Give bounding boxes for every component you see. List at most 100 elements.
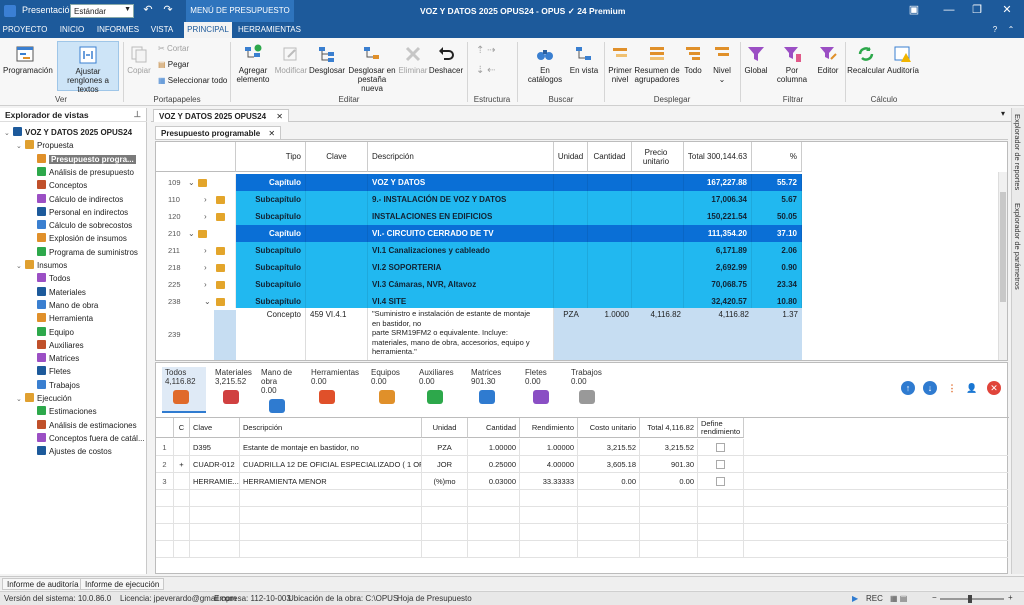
expand-icon[interactable]: › — [204, 276, 207, 293]
more-options-icon[interactable]: ⋮ — [945, 381, 959, 395]
grid-row[interactable]: 211 › Subcapítulo VI.1 Canalizaciones y cab… — [156, 242, 1001, 259]
tree-item[interactable]: Análisis de presupuesto — [28, 166, 134, 179]
maximize-button[interactable]: ❐ — [968, 3, 986, 18]
move-down-icon[interactable]: ↓ — [923, 381, 937, 395]
undo-icon[interactable]: ↶ — [141, 3, 155, 18]
tree-item[interactable]: Conceptos — [28, 179, 87, 192]
grid-row[interactable]: 225 › Subcapítulo VI.3 Cámaras, NVR, Altavo… — [156, 276, 1001, 293]
tab-principal[interactable]: PRINCIPAL — [184, 22, 232, 38]
ins-row[interactable]: 2 + CUADR-012 CUADRILLA 12 DE OFICIAL ESPEC… — [156, 456, 1008, 473]
help-icon[interactable]: ? — [988, 22, 1002, 38]
cortar-button[interactable]: ✂ Cortar — [158, 44, 189, 54]
ins-tab-3[interactable]: Herramientas 0.00 — [308, 367, 364, 413]
ins-tab-4[interactable]: Equipos 0.00 — [368, 367, 412, 413]
tree-item[interactable]: Materiales — [28, 286, 86, 299]
ins-header-costo[interactable]: Costo unitario — [578, 418, 640, 438]
zoom-slider[interactable] — [940, 595, 1004, 603]
move-down-right-icon[interactable]: ⇣ ⇠ — [476, 66, 496, 76]
tab-informe-auditoria[interactable]: Informe de auditoría — [2, 578, 84, 590]
ins-header-rendimiento[interactable]: Rendimiento — [520, 418, 578, 438]
tree-item[interactable]: Cálculo de sobrecostos — [28, 219, 132, 232]
nivel-button[interactable]: Nivel ⌄ — [708, 44, 736, 84]
grid-header-unidad[interactable]: Unidad — [554, 142, 588, 172]
minimize-button[interactable]: — — [940, 3, 958, 18]
tree-item[interactable]: Explosión de insumos — [28, 232, 127, 245]
tree-item[interactable]: Auxiliares — [28, 339, 84, 352]
grid-row[interactable]: 210 ⌄ Capítulo VI.- CIRCUITO CERRADO DE TV 1… — [156, 225, 1001, 242]
expand-icon[interactable]: ⌄ — [188, 174, 195, 191]
tab-vista[interactable]: VISTA — [144, 22, 180, 38]
seleccionar-todo-button[interactable]: ▦ Seleccionar todo — [158, 76, 227, 86]
tree-item[interactable]: Análisis de estimaciones — [28, 419, 137, 432]
expand-icon[interactable]: ⌄ — [16, 260, 25, 273]
editor-filter-button[interactable]: Editor — [814, 44, 842, 75]
ins-tab-1[interactable]: Materiales 3,215.52 — [212, 367, 256, 413]
expand-icon[interactable]: › — [204, 208, 207, 225]
assign-user-icon[interactable]: 👤 — [965, 381, 979, 395]
grid-header-total[interactable]: Total 300,144.63 — [684, 142, 752, 172]
modificar-button[interactable]: Modificar — [274, 44, 308, 75]
ins-header-descripcion[interactable]: Descripción — [240, 418, 422, 438]
tree-item[interactable]: ⌄ Propuesta — [16, 139, 73, 153]
zoom-out-icon[interactable]: − — [932, 591, 937, 605]
close-icon[interactable]: ✕ — [268, 129, 275, 138]
grid-header-cantidad[interactable]: Cantidad — [588, 142, 632, 172]
tree-item[interactable]: Conceptos fuera de catál... — [28, 432, 145, 445]
grid-row[interactable]: 218 › Subcapítulo VI.2 SOPORTERIA 2,692.99 0.… — [156, 259, 1001, 276]
scroll-thumb[interactable] — [1000, 192, 1006, 302]
grid-header-tipo[interactable]: Tipo — [236, 142, 306, 172]
ins-row[interactable]: 3 HERRAMIE... HERRAMIENTA MENOR (%)mo 0.0300… — [156, 473, 1008, 490]
tab-inicio[interactable]: INICIO — [52, 22, 92, 38]
eliminar-button[interactable]: Eliminar — [398, 44, 428, 75]
en-catalogos-button[interactable]: En catálogos — [522, 44, 568, 84]
desglosar-button[interactable]: Desglosar — [308, 44, 346, 75]
grid-scrollbar[interactable] — [998, 172, 1007, 360]
desglosar-pestana-button[interactable]: Desglosar en pestaña nueva — [346, 44, 398, 93]
deshacer-button[interactable]: Deshacer — [428, 44, 464, 75]
tree-item[interactable]: Equipo — [28, 326, 74, 339]
tree-item[interactable]: Matrices — [28, 352, 79, 365]
tree-item[interactable]: Personal en indirectos — [28, 206, 128, 219]
redo-icon[interactable]: ↷ — [161, 3, 175, 18]
subtab-presupuesto[interactable]: Presupuesto programable ✕ — [155, 126, 282, 139]
ajustar-renglones-button[interactable]: Ajustar renglones a textos — [57, 41, 119, 94]
expand-icon[interactable]: › — [204, 242, 207, 259]
resumen-agrupadores-button[interactable]: Resumen de agrupadores — [634, 44, 680, 84]
restore-panel-icon[interactable]: ▣ — [905, 3, 923, 18]
programacion-button[interactable]: Programación — [3, 44, 53, 75]
ins-header-c[interactable]: C — [174, 418, 190, 438]
zoom-in-icon[interactable]: + — [1008, 591, 1013, 605]
delete-circle-icon[interactable]: ✕ — [987, 381, 1001, 395]
grid-row[interactable]: 110 › Subcapítulo 9.- INSTALACIÓN DE VOZ Y … — [156, 191, 1001, 208]
zoom-thumb[interactable] — [968, 595, 972, 603]
tab-proyecto[interactable]: PROYECTO — [2, 22, 48, 38]
tree-item[interactable]: Estimaciones — [28, 405, 97, 418]
grid-header-clave[interactable]: Clave — [306, 142, 368, 172]
recalcular-button[interactable]: Recalcular — [847, 44, 885, 75]
tab-informes[interactable]: INFORMES — [95, 22, 141, 38]
ins-header-define[interactable]: Define rendimiento — [698, 418, 744, 438]
tree-item[interactable]: Programa de suministros — [28, 246, 138, 259]
grid-row[interactable]: 109 ⌄ Capítulo VOZ Y DATOS 167,227.88 55.72 — [156, 174, 1001, 191]
en-vista-button[interactable]: En vista — [568, 44, 600, 75]
ins-tab-5[interactable]: Auxiliares 0.00 — [416, 367, 464, 413]
close-icon[interactable]: ✕ — [276, 112, 283, 121]
tab-herramientas[interactable]: HERRAMIENTAS — [238, 22, 301, 38]
ins-header-clave[interactable]: Clave — [190, 418, 240, 438]
expand-icon[interactable]: ⌄ — [4, 127, 13, 140]
ribbon-collapse-icon[interactable]: ⌃ — [1004, 22, 1018, 38]
ins-tab-0[interactable]: Todos 4,116.82 — [162, 367, 206, 413]
tree-item[interactable]: Fletes — [28, 365, 71, 378]
expand-icon[interactable]: ⌄ — [16, 393, 25, 406]
move-up-left-icon[interactable]: ⇡ ⇢ — [476, 46, 496, 56]
tab-list-icon[interactable]: ▾ — [1001, 109, 1005, 118]
presentation-select[interactable]: Estándar ▼ — [70, 4, 134, 18]
pin-icon[interactable]: ⊥ — [134, 109, 141, 120]
ins-tab-7[interactable]: Fletes 0.00 — [522, 367, 564, 413]
tree-item[interactable]: Mano de obra — [28, 299, 98, 312]
grid-header-descripcion[interactable]: Descripción — [368, 142, 554, 172]
ins-tab-6[interactable]: Matrices 901.30 — [468, 367, 518, 413]
agregar-elemento-button[interactable]: Agregar elemento — [232, 44, 274, 84]
tree-item[interactable]: ⌄ VOZ Y DATOS 2025 OPUS24 — [4, 126, 132, 140]
todo-button[interactable]: Todo — [680, 44, 706, 75]
